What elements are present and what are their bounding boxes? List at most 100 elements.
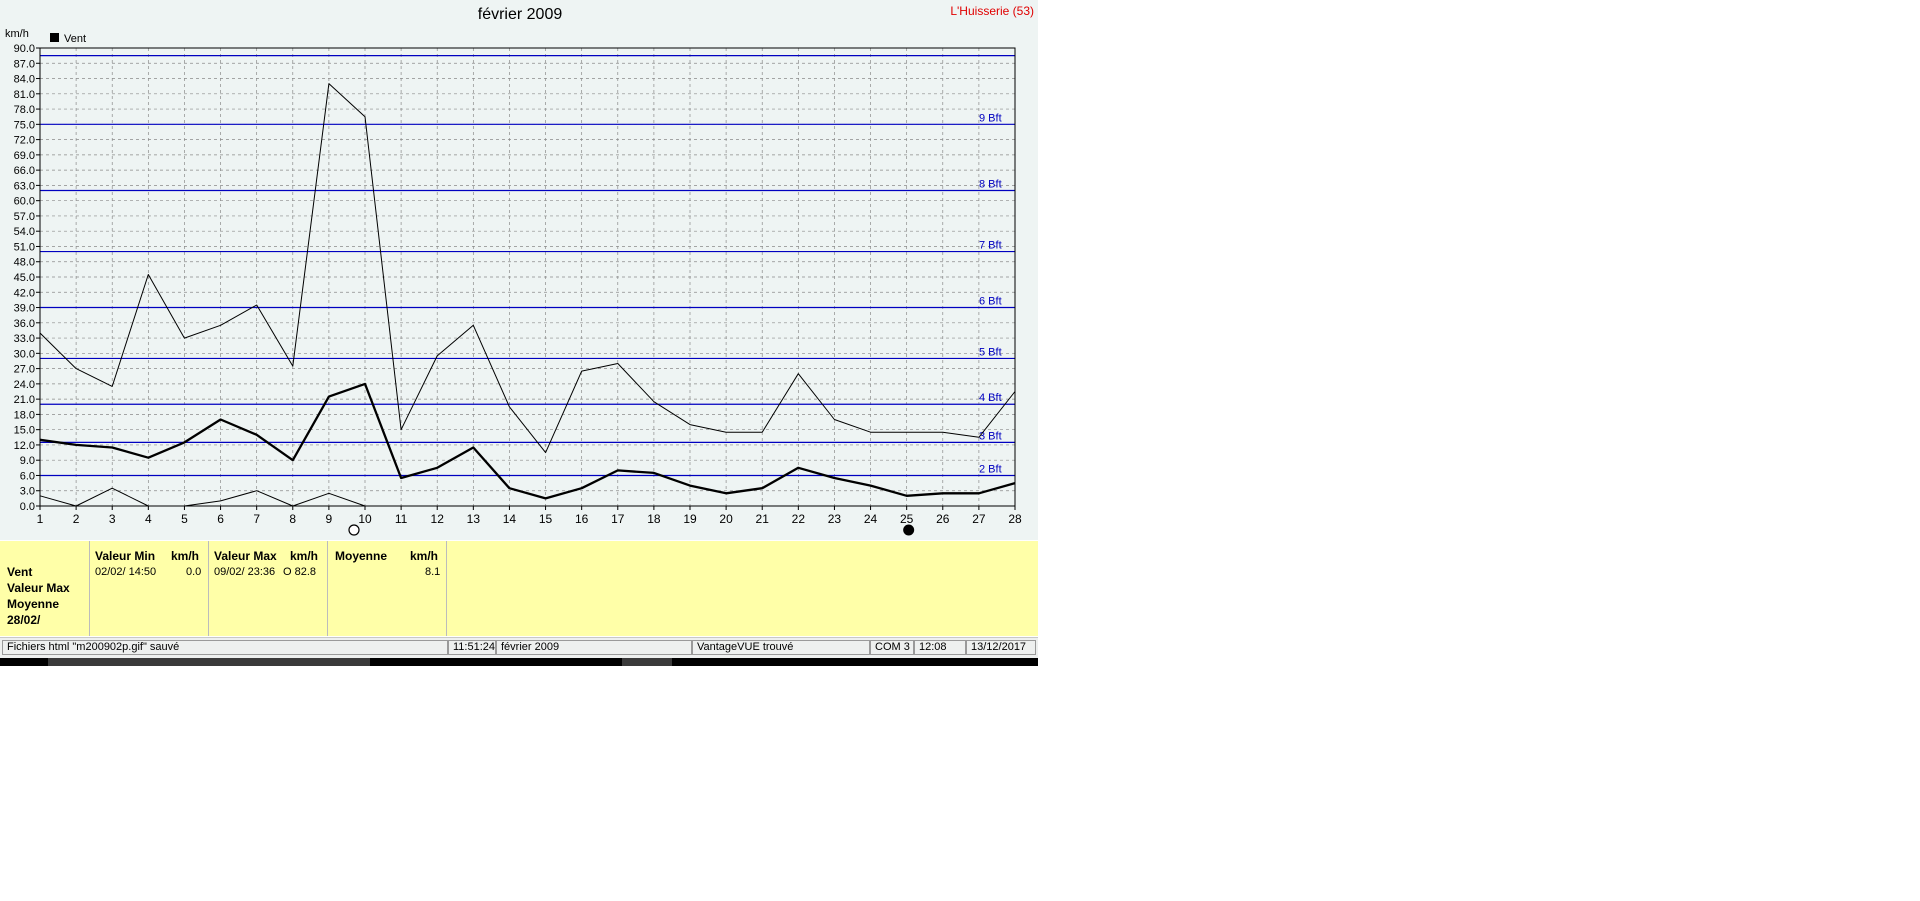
y-tick-label: 27.0 <box>14 364 35 376</box>
taskbar <box>0 658 1038 666</box>
y-tick-label: 36.0 <box>14 318 35 330</box>
chart-title: février 2009 <box>477 6 563 23</box>
x-tick-label: 18 <box>647 512 661 526</box>
legend-swatch <box>50 33 59 42</box>
y-tick-label: 0.0 <box>20 501 35 513</box>
x-tick-label: 15 <box>539 512 553 526</box>
y-tick-label: 57.0 <box>14 211 35 223</box>
min-header: Valeur Min <box>95 549 156 563</box>
y-tick-label: 24.0 <box>14 379 35 391</box>
beaufort-label: 4 Bft <box>979 392 1002 404</box>
y-tick-label: 72.0 <box>14 135 35 147</box>
max-date: 09/02/ 23:36 <box>214 566 276 578</box>
y-tick-label: 75.0 <box>14 119 35 131</box>
moon-new-icon <box>903 524 915 536</box>
y-tick-label: 45.0 <box>14 272 35 284</box>
x-tick-label: 10 <box>358 512 372 526</box>
x-tick-label: 4 <box>145 512 152 526</box>
info-label: Valeur Max <box>7 581 70 595</box>
y-tick-label: 63.0 <box>14 180 35 192</box>
y-tick-label: 39.0 <box>14 303 35 315</box>
y-tick-label: 60.0 <box>14 196 35 208</box>
status-date: 13/12/2017 <box>966 640 1036 655</box>
status-clock: 12:08 <box>914 640 966 655</box>
y-tick-label: 48.0 <box>14 257 35 269</box>
info-label: Vent <box>7 565 33 579</box>
y-axis-label: km/h <box>5 28 29 40</box>
wind-chart: 0.0 3.0 6.0 9.0 12.0 15.0 18.0 21.0 24.0 27.0 30.0… <box>5 28 1022 536</box>
y-tick-label: 12.0 <box>14 440 35 452</box>
taskbar-segment <box>622 658 672 666</box>
x-tick-label: 25 <box>900 512 914 526</box>
avg-header: Moyenne <box>335 549 388 563</box>
y-tick-label: 69.0 <box>14 150 35 162</box>
info-label: 28/02/ <box>7 613 41 627</box>
y-tick-label: 84.0 <box>14 74 35 86</box>
beaufort-label: 6 Bft <box>979 296 1002 308</box>
x-tick-label: 14 <box>503 512 517 526</box>
status-time: 11:51:24 <box>448 640 496 655</box>
x-tick-label: 3 <box>109 512 116 526</box>
x-tick-label: 16 <box>575 512 589 526</box>
y-tick-label: 78.0 <box>14 104 35 116</box>
moon-full-icon <box>348 524 360 536</box>
min-date: 02/02/ 14:50 <box>95 566 157 578</box>
y-tick-label: 54.0 <box>14 226 35 238</box>
x-tick-label: 28 <box>1008 512 1022 526</box>
beaufort-label: 9 Bft <box>979 112 1002 124</box>
y-tick-label: 90.0 <box>14 43 35 55</box>
beaufort-label: 8 Bft <box>979 178 1002 190</box>
max-header: Valeur Max <box>214 549 277 563</box>
x-tick-label: 7 <box>253 512 260 526</box>
y-tick-label: 18.0 <box>14 409 35 421</box>
y-tick-label: 51.0 <box>14 241 35 253</box>
x-tick-label: 26 <box>936 512 950 526</box>
y-tick-label: 3.0 <box>20 486 35 498</box>
min-value: 0.0 <box>186 566 202 578</box>
y-tick-label: 33.0 <box>14 333 35 345</box>
y-tick-label: 6.0 <box>20 470 35 482</box>
y-tick-label: 42.0 <box>14 287 35 299</box>
taskbar-segment <box>48 658 370 666</box>
avg-column: Moyenne km/h 8.1 <box>328 541 447 636</box>
y-tick-label: 15.0 <box>14 425 35 437</box>
y-tick-label: 81.0 <box>14 89 35 101</box>
info-label: Moyenne <box>7 597 60 611</box>
y-tick-label: 21.0 <box>14 394 35 406</box>
min-column: Valeur Min km/h 02/02/ 14:50 0.0 <box>90 541 209 636</box>
beaufort-label: 2 Bft <box>979 463 1002 475</box>
chart-panel: 0.0 3.0 6.0 9.0 12.0 15.0 18.0 21.0 24.0 27.0 30.0… <box>0 0 1038 540</box>
y-tick-label: 30.0 <box>14 348 35 360</box>
y-tick-label: 66.0 <box>14 165 35 177</box>
x-tick-label: 13 <box>467 512 481 526</box>
x-tick-label: 20 <box>719 512 733 526</box>
x-tick-label: 23 <box>828 512 842 526</box>
max-value: O 82.8 <box>283 566 317 578</box>
x-tick-label: 24 <box>864 512 878 526</box>
x-tick-label: 21 <box>756 512 770 526</box>
x-tick-label: 6 <box>217 512 224 526</box>
x-tick-label: 9 <box>326 512 333 526</box>
max-column: Valeur Max km/h 09/02/ 23:36 O 82.8 <box>209 541 328 636</box>
info-labels-column: Vent Valeur Max Moyenne 28/02/ <box>0 541 90 636</box>
y-tick-label: 87.0 <box>14 58 35 70</box>
x-tick-label: 22 <box>792 512 806 526</box>
y-tick-label: 9.0 <box>20 455 35 467</box>
avg-value: 8.1 <box>425 566 441 578</box>
x-tick-label: 2 <box>73 512 80 526</box>
legend-label: Vent <box>64 33 86 45</box>
status-station: VantageVUE trouvé <box>692 640 870 655</box>
info-panel: Vent Valeur Max Moyenne 28/02/ Valeur Mi… <box>0 541 1038 636</box>
x-tick-label: 27 <box>972 512 986 526</box>
x-tick-label: 19 <box>683 512 697 526</box>
avg-unit: km/h <box>410 549 439 563</box>
status-period: février 2009 <box>496 640 692 655</box>
max-unit: km/h <box>290 549 319 563</box>
status-bar: Fichiers html "m200902p.gif" sauvé 11:51… <box>0 637 1038 658</box>
beaufort-label: 7 Bft <box>979 240 1002 252</box>
status-port: COM 3 <box>870 640 914 655</box>
x-tick-label: 1 <box>37 512 44 526</box>
x-tick-label: 5 <box>181 512 188 526</box>
x-tick-label: 12 <box>431 512 445 526</box>
x-tick-label: 8 <box>289 512 296 526</box>
